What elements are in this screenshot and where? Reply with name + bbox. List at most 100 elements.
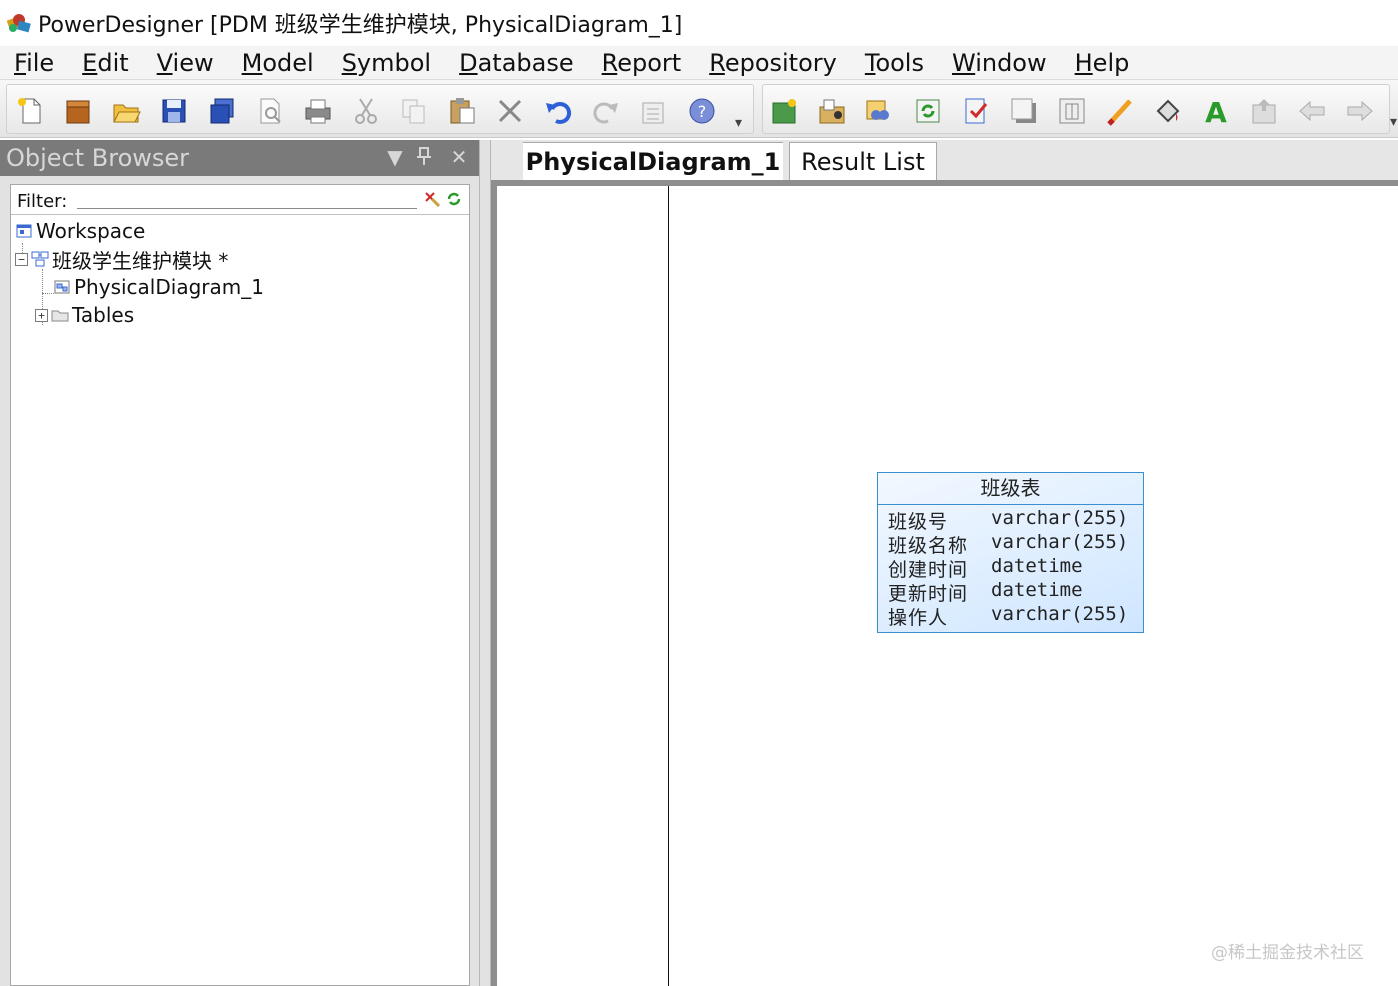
menu-repository[interactable]: Repository [709, 49, 837, 77]
model-browser-button[interactable] [815, 94, 849, 128]
paste-button[interactable] [445, 94, 479, 128]
collapse-toggle[interactable]: − [15, 252, 28, 266]
table-button[interactable] [1055, 94, 1089, 128]
model-browser-icon [819, 99, 845, 124]
shadow-button[interactable] [1007, 94, 1041, 128]
expand-toggle[interactable]: + [35, 308, 48, 322]
menu-label: iew [172, 48, 214, 77]
pen-icon [1107, 99, 1132, 126]
column-type: varchar(255) [991, 507, 1129, 529]
column-name: 班级号 [888, 511, 949, 533]
print-preview-button[interactable] [253, 94, 287, 128]
tree-item-label: PhysicalDiagram_1 [74, 275, 264, 299]
table-symbol[interactable]: 班级表 班级号 varchar(255) 班级名称 varchar(255) 创… [877, 472, 1144, 633]
menu-mnemonic: V [156, 48, 173, 77]
menu-label: dit [97, 48, 129, 77]
copy-button[interactable] [397, 94, 431, 128]
undo-button[interactable] [541, 94, 575, 128]
column-name: 班级名称 [888, 535, 969, 557]
menu-window[interactable]: Window [952, 49, 1047, 77]
toolbar: ? ▾ A ▾ [0, 80, 1398, 138]
menu-mnemonic: W [951, 48, 976, 77]
print-preview-icon [260, 98, 281, 124]
toolbar-overflow-icon[interactable]: ▾ [735, 115, 742, 131]
menu-label: ymbol [356, 48, 432, 77]
powerdesigner-logo-icon [4, 8, 34, 38]
column-type: datetime [991, 579, 1083, 601]
clear-filter-icon[interactable] [423, 190, 441, 208]
cut-icon [355, 98, 377, 124]
menu-edit[interactable]: Edit [82, 49, 128, 77]
export-button[interactable] [1247, 94, 1281, 128]
new-package-icon [772, 99, 796, 124]
watermark: @稀土掘金技术社区 [1211, 943, 1364, 963]
toolbar-overflow-icon-2[interactable]: ▾ [1390, 114, 1397, 130]
table-icon [1059, 98, 1085, 124]
tree-item-tables[interactable]: + Tables [35, 301, 134, 329]
menu-view[interactable]: View [157, 49, 214, 77]
refresh-button[interactable] [911, 94, 945, 128]
fill-button[interactable] [1151, 94, 1185, 128]
menu-symbol[interactable]: Symbol [342, 49, 431, 77]
menu-label: eport [617, 48, 682, 77]
new-package-button[interactable] [767, 94, 801, 128]
properties-button[interactable] [637, 94, 671, 128]
tree-item-label: Workspace [36, 219, 146, 243]
save-all-button[interactable] [205, 94, 239, 128]
pen-button[interactable] [1103, 94, 1137, 128]
menu-help[interactable]: Help [1075, 49, 1130, 77]
menu-mnemonic: R [601, 48, 618, 77]
help-button[interactable]: ? [685, 94, 719, 128]
column-type: varchar(255) [991, 603, 1129, 625]
filter-label: Filter: [17, 191, 68, 212]
pin-icon[interactable] [413, 146, 435, 168]
print-button[interactable] [301, 94, 335, 128]
refresh-filter-icon[interactable] [445, 190, 463, 208]
menu-label: epository [724, 48, 837, 77]
menu-model[interactable]: Model [242, 49, 314, 77]
dropdown-icon[interactable]: ▼ [384, 146, 406, 168]
filter-bar: Filter: [11, 185, 469, 215]
menu-file[interactable]: File [14, 49, 54, 77]
page-boundary-line [668, 186, 669, 986]
forward-button[interactable] [1343, 94, 1377, 128]
tree-item-model[interactable]: − 班级学生维护模块 * [15, 245, 228, 273]
menu-report[interactable]: Report [602, 49, 682, 77]
tree-item-workspace[interactable]: Workspace [15, 217, 145, 245]
tree-item-physical-diagram[interactable]: PhysicalDiagram_1 [53, 273, 264, 301]
tab-physical-diagram[interactable]: PhysicalDiagram_1 [523, 142, 783, 180]
cut-button[interactable] [349, 94, 383, 128]
tab-result-list[interactable]: Result List [789, 142, 937, 180]
export-icon [1252, 99, 1276, 124]
redo-button[interactable] [589, 94, 623, 128]
object-browser-panel: Filter: Workspace − 班级学生维护模块 * PhysicalD… [0, 176, 479, 986]
table-column-row: 更新时间 datetime [888, 579, 1128, 605]
paste-icon [450, 98, 475, 124]
font-button[interactable]: A [1199, 94, 1233, 128]
window-title: PowerDesigner [PDM 班级学生维护模块, PhysicalDia… [38, 13, 683, 38]
check-model-button[interactable] [959, 94, 993, 128]
open-project-button[interactable] [61, 94, 95, 128]
menu-label: odel [262, 48, 314, 77]
standard-toolbar: ? ▾ [6, 84, 754, 134]
workspace-icon [16, 224, 32, 238]
refresh-icon [916, 99, 940, 123]
menu-database[interactable]: Database [459, 49, 574, 77]
object-browser-content: Filter: Workspace − 班级学生维护模块 * PhysicalD… [10, 184, 470, 986]
find-button[interactable] [863, 94, 897, 128]
fill-icon [1156, 99, 1180, 123]
tab-label: PhysicalDiagram_1 [525, 147, 781, 176]
forward-icon [1347, 100, 1373, 122]
new-button[interactable] [13, 94, 47, 128]
close-icon[interactable]: ✕ [448, 146, 470, 168]
filter-input[interactable] [77, 189, 417, 209]
open-icon [113, 104, 141, 123]
delete-button[interactable] [493, 94, 527, 128]
back-button[interactable] [1295, 94, 1329, 128]
table-name: 班级表 [878, 473, 1143, 505]
open-button[interactable] [109, 94, 143, 128]
table-column-row: 操作人 varchar(255) [888, 603, 1129, 629]
save-button[interactable] [157, 94, 191, 128]
panel-splitter[interactable] [479, 140, 491, 986]
menu-tools[interactable]: Tools [865, 49, 924, 77]
